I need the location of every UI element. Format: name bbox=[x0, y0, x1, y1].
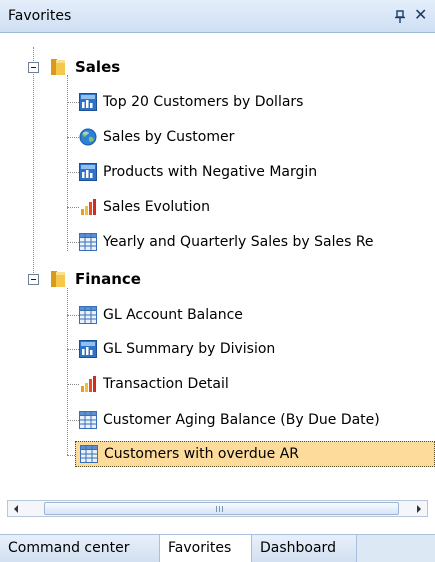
tree-connector bbox=[67, 207, 79, 208]
chart-report-icon bbox=[79, 163, 97, 181]
folder-label: Sales bbox=[75, 58, 121, 76]
report-label: Sales by Customer bbox=[103, 129, 235, 145]
tab-label: Dashboard bbox=[260, 540, 336, 556]
report-label: GL Summary by Division bbox=[103, 341, 276, 357]
tree-item-report[interactable]: GL Account Balance bbox=[79, 302, 435, 328]
tree-connector bbox=[67, 288, 68, 455]
tree-item-report[interactable]: Transaction Detail bbox=[79, 371, 435, 397]
tree-connector bbox=[67, 315, 79, 316]
chart-report-icon bbox=[79, 340, 97, 358]
tree-connector bbox=[67, 242, 79, 243]
folder-icon bbox=[51, 271, 65, 287]
report-label: Customers with overdue AR bbox=[104, 446, 300, 462]
tab-favorites[interactable]: Favorites bbox=[160, 535, 252, 562]
folder-icon bbox=[51, 59, 65, 75]
tree-connector bbox=[67, 137, 79, 138]
tree-connector bbox=[67, 384, 79, 385]
scroll-right-icon[interactable] bbox=[410, 501, 427, 516]
bar-chart-icon bbox=[81, 376, 96, 392]
bottom-tab-strip: Command center Favorites Dashboard bbox=[0, 534, 435, 562]
panel-title: Favorites bbox=[8, 8, 72, 24]
report-label: Customer Aging Balance (By Due Date) bbox=[103, 412, 380, 428]
panel-header: Favorites ✕ bbox=[0, 0, 435, 33]
tree-connector bbox=[33, 47, 34, 281]
tree-item-report[interactable]: Customer Aging Balance (By Due Date) bbox=[79, 407, 435, 433]
tree-connector bbox=[67, 172, 79, 173]
tab-command-center[interactable]: Command center bbox=[0, 535, 160, 562]
tree-item-report[interactable]: Sales by Customer bbox=[79, 124, 435, 150]
report-label: GL Account Balance bbox=[103, 307, 243, 323]
tree-connector bbox=[67, 102, 79, 103]
tab-label: Command center bbox=[8, 540, 130, 556]
chart-report-icon bbox=[79, 93, 97, 111]
horizontal-scrollbar[interactable] bbox=[7, 500, 428, 517]
scrollbar-grip-icon bbox=[216, 506, 225, 512]
grid-table-icon bbox=[79, 411, 97, 429]
tree-folder-sales[interactable]: Sales bbox=[0, 55, 200, 79]
report-label: Yearly and Quarterly Sales by Sales Re bbox=[103, 234, 374, 250]
tab-dashboard[interactable]: Dashboard bbox=[252, 535, 357, 562]
tree-item-report-selected[interactable]: Customers with overdue AR bbox=[75, 441, 435, 467]
tree-folder-finance[interactable]: Finance bbox=[0, 267, 200, 291]
tree-connector bbox=[67, 420, 79, 421]
report-label: Products with Negative Margin bbox=[103, 164, 318, 180]
grid-table-icon bbox=[79, 306, 97, 324]
folder-label: Finance bbox=[75, 270, 141, 288]
collapse-toggle-icon[interactable] bbox=[28, 274, 39, 285]
tree-connector bbox=[67, 349, 79, 350]
report-label: Sales Evolution bbox=[103, 199, 210, 215]
tree-item-report[interactable]: Yearly and Quarterly Sales by Sales Re bbox=[79, 229, 435, 255]
tree-item-report[interactable]: Top 20 Customers by Dollars bbox=[79, 89, 435, 115]
bar-chart-icon bbox=[81, 199, 96, 215]
favorites-tree: Sales Top 20 Customers by Dollars Sales … bbox=[0, 33, 435, 490]
scrollbar-thumb[interactable] bbox=[44, 502, 399, 515]
favorites-panel: Favorites ✕ Sales Top 20 Customers by Do… bbox=[0, 0, 435, 562]
scroll-left-icon[interactable] bbox=[8, 501, 25, 516]
tree-item-report[interactable]: Sales Evolution bbox=[79, 194, 435, 220]
close-icon[interactable]: ✕ bbox=[414, 7, 427, 23]
report-label: Transaction Detail bbox=[103, 376, 229, 392]
collapse-toggle-icon[interactable] bbox=[28, 62, 39, 73]
tab-label: Favorites bbox=[168, 540, 232, 556]
report-label: Top 20 Customers by Dollars bbox=[103, 94, 304, 110]
grid-table-icon bbox=[80, 445, 98, 463]
grid-table-icon bbox=[79, 233, 97, 251]
pin-icon[interactable] bbox=[394, 10, 406, 24]
globe-map-icon bbox=[79, 128, 97, 146]
tree-item-report[interactable]: Products with Negative Margin bbox=[79, 159, 435, 185]
tree-item-report[interactable]: GL Summary by Division bbox=[79, 336, 435, 362]
